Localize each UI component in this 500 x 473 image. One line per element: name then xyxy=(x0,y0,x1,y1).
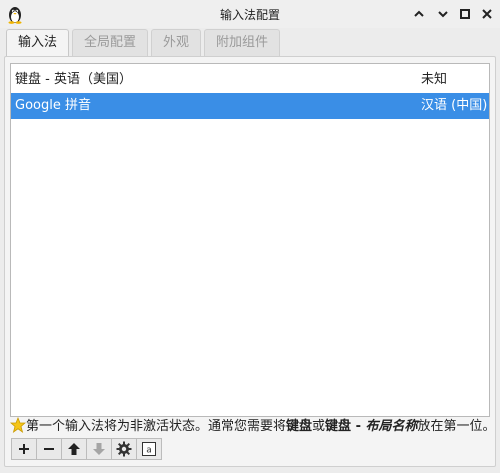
close-icon[interactable] xyxy=(478,5,496,23)
title-bar[interactable]: 输入法配置 xyxy=(0,0,500,28)
input-method-list[interactable]: 键盘 - 英语（美国） 未知 Google 拼音 汉语 (中国) xyxy=(10,63,490,417)
input-method-config-window: 输入法配置 输入法 全局配置 外观 附加组件 键盘 - 英语（美国） 未知 Go… xyxy=(0,0,500,473)
hint-text: 第一个输入法将为非激活状态。通常您需要将键盘或键盘 - 布局名称放在第一位。 xyxy=(9,416,496,435)
keyboard-layout-icon: a xyxy=(142,442,156,456)
remove-icon xyxy=(44,448,54,450)
move-down-icon xyxy=(93,443,105,455)
minimize-icon[interactable] xyxy=(434,5,452,23)
tab-input-method[interactable]: 输入法 xyxy=(6,29,70,58)
tab-global-config[interactable]: 全局配置 xyxy=(72,29,149,56)
list-item[interactable]: 键盘 - 英语（美国） 未知 xyxy=(11,67,489,93)
keyboard-layout-button[interactable]: a xyxy=(136,438,162,460)
list-item[interactable]: Google 拼音 汉语 (中国) xyxy=(11,93,489,119)
svg-text:a: a xyxy=(146,446,152,456)
star-icon xyxy=(9,416,27,433)
move-up-icon xyxy=(68,443,80,455)
tab-addons[interactable]: 附加组件 xyxy=(204,29,281,56)
tab-appearance[interactable]: 外观 xyxy=(151,29,202,56)
move-down-button[interactable] xyxy=(86,438,112,460)
input-method-panel: 键盘 - 英语（美国） 未知 Google 拼音 汉语 (中国) 第一个输入法将… xyxy=(4,56,496,467)
configure-gear-icon xyxy=(116,441,132,457)
maximize-icon[interactable] xyxy=(456,5,474,23)
input-method-name: Google 拼音 xyxy=(15,98,91,113)
input-method-language: 汉语 (中国) xyxy=(421,98,488,113)
tab-bar: 输入法 全局配置 外观 附加组件 xyxy=(6,29,283,58)
configure-button[interactable] xyxy=(111,438,137,460)
input-method-language: 未知 xyxy=(421,72,448,87)
add-button[interactable] xyxy=(11,438,37,460)
move-up-button[interactable] xyxy=(61,438,87,460)
add-icon xyxy=(19,444,29,454)
help-icon[interactable] xyxy=(410,5,428,23)
input-method-name: 键盘 - 英语（美国） xyxy=(15,72,132,87)
remove-button[interactable] xyxy=(36,438,62,460)
list-toolbar: a xyxy=(11,438,162,460)
